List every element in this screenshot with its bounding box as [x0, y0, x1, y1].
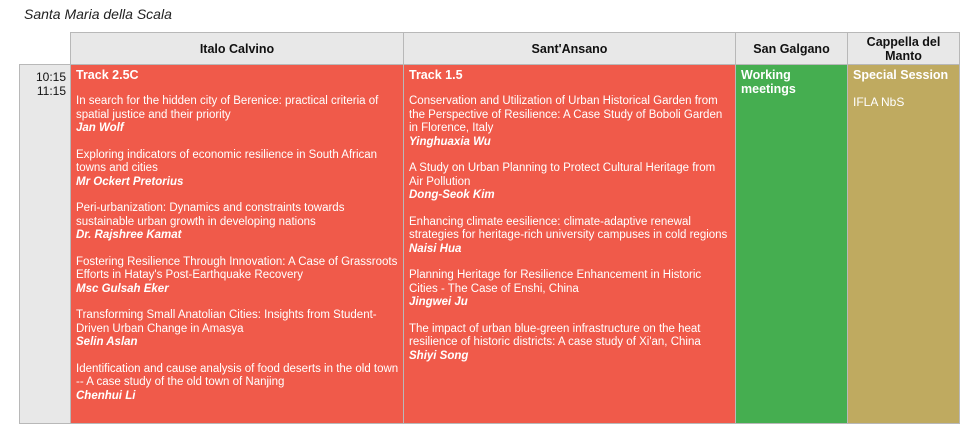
talk-item: Peri-urbanization: Dynamics and constrai… [76, 202, 399, 243]
talk-author: Jan Wolf [76, 122, 124, 134]
talk-item: Exploring indicators of economic resilie… [76, 149, 399, 190]
talk-author: Selin Aslan [76, 336, 138, 348]
column-header: Italo Calvino [70, 32, 404, 65]
column-header: Sant'Ansano [403, 32, 736, 65]
talk-author: Mr Ockert Pretorius [76, 175, 184, 188]
talk-title: Conservation and Utilization of Urban Hi… [409, 95, 723, 134]
talk-title: Identification and cause analysis of foo… [76, 362, 399, 389]
talk-author: Yinghuaxia Wu [409, 135, 491, 148]
column-header: Cappella del Manto [847, 32, 960, 65]
time-cell: 10:15 11:15 [19, 64, 71, 424]
session-row: 10:15 11:15 Track 2.5C In search for the… [19, 64, 960, 424]
talk-title: Exploring indicators of economic resilie… [76, 148, 378, 175]
session-cell-san-galgano[interactable]: Working meetings [735, 64, 848, 424]
talk-item: Transforming Small Anatolian Cities: Ins… [76, 309, 399, 350]
track-title: Track 1.5 [409, 68, 463, 82]
talk-author: Dr. Rajshree Kamat [76, 229, 182, 241]
talk-item: A Study on Urban Planning to Protect Cul… [409, 162, 731, 203]
talk-item: In search for the hidden city of Berenic… [76, 95, 399, 136]
talk-title: Enhancing climate eesilience: climate-ad… [409, 215, 728, 242]
talk-item: Enhancing climate eesilience: climate-ad… [409, 216, 731, 257]
column-header: San Galgano [735, 32, 848, 65]
session-cell-cappella-del-manto[interactable]: Special Session IFLA NbS [847, 64, 960, 424]
venue-title: Santa Maria della Scala [24, 6, 172, 22]
corner-cell [19, 32, 71, 65]
talk-author: Dong-Seok Kim [409, 189, 495, 201]
talk-title: Peri-urbanization: Dynamics and constrai… [76, 202, 345, 228]
talk-title: Planning Heritage for Resilience Enhance… [409, 269, 702, 295]
header-row: Italo Calvino Sant'Ansano San Galgano Ca… [19, 32, 960, 65]
talk-item: Conservation and Utilization of Urban Hi… [409, 95, 731, 149]
track-title: Track 2.5C [76, 68, 139, 82]
talk-title: In search for the hidden city of Berenic… [76, 95, 379, 121]
talk-item: The impact of urban blue-green infrastru… [409, 323, 731, 364]
talk-author: Jingwei Ju [409, 296, 468, 308]
session-cell-sant-ansano[interactable]: Track 1.5 Conservation and Utilization o… [403, 64, 736, 424]
talk-item: Identification and cause analysis of foo… [76, 363, 399, 404]
start-time: 10:15 [35, 70, 66, 84]
track-title: Working meetings [741, 68, 796, 96]
talk-author: Msc Gulsah Eker [76, 282, 169, 295]
talk-title: Fostering Resilience Through Innovation:… [76, 255, 398, 282]
end-time: 11:15 [36, 84, 66, 98]
talk-title: The impact of urban blue-green infrastru… [409, 322, 701, 349]
session-subtitle: IFLA NbS [853, 95, 905, 109]
talk-title: Transforming Small Anatolian Cities: Ins… [76, 309, 377, 335]
talk-item: Planning Heritage for Resilience Enhance… [409, 269, 731, 310]
schedule-table: Italo Calvino Sant'Ansano San Galgano Ca… [19, 32, 960, 424]
talk-item: Fostering Resilience Through Innovation:… [76, 256, 399, 297]
session-cell-italo-calvino[interactable]: Track 2.5C In search for the hidden city… [70, 64, 404, 424]
talk-author: Shiyi Song [409, 349, 469, 362]
talk-author: Chenhui Li [76, 389, 136, 402]
talk-title: A Study on Urban Planning to Protect Cul… [409, 162, 716, 188]
track-title: Special Session [853, 68, 949, 82]
talk-author: Naisi Hua [409, 242, 462, 255]
